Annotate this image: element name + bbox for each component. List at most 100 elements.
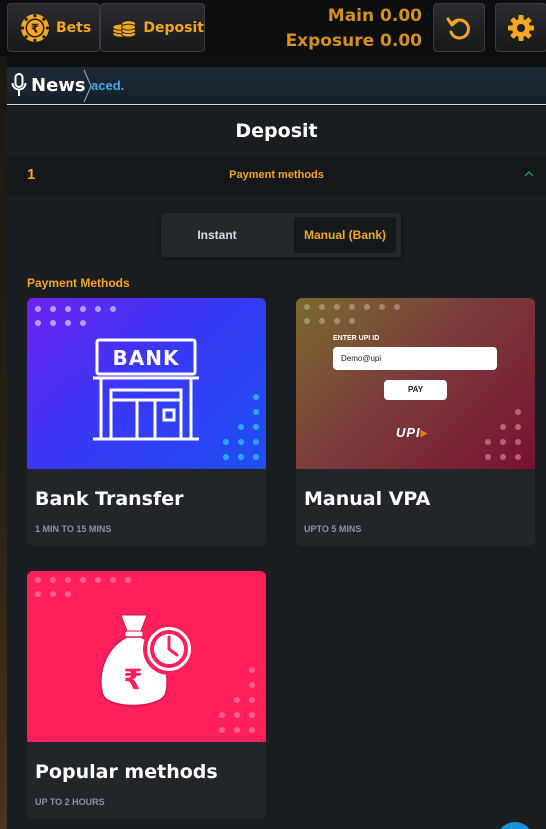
news-label: News bbox=[7, 67, 86, 103]
settings-button[interactable] bbox=[495, 3, 546, 52]
exposure-value: 0.00 bbox=[380, 31, 422, 51]
method-title: Bank Transfer bbox=[35, 488, 184, 510]
decorative-dot bbox=[110, 577, 116, 583]
decorative-dot bbox=[334, 304, 340, 310]
decorative-dot bbox=[515, 454, 521, 460]
decorative-dot bbox=[80, 320, 86, 326]
decorative-dot bbox=[50, 591, 56, 597]
top-bar: ₹ Bets Deposit Main 0.00 Exposure 0.00 bbox=[0, 0, 546, 56]
payment-methods-accordion[interactable]: 1 Payment methods bbox=[7, 156, 546, 196]
decorative-dot bbox=[379, 304, 385, 310]
decorative-dot bbox=[394, 304, 400, 310]
decorative-dot bbox=[349, 318, 355, 324]
decorative-dot bbox=[485, 439, 491, 445]
decorative-dot bbox=[319, 304, 325, 310]
decorative-dot bbox=[125, 577, 131, 583]
decorative-dot bbox=[234, 712, 240, 718]
decorative-dot bbox=[50, 577, 56, 583]
decorative-dot bbox=[110, 306, 116, 312]
upi-logo-text: UPI bbox=[396, 425, 421, 440]
refresh-button[interactable] bbox=[433, 3, 485, 52]
upi-pay-mock-button: PAY bbox=[384, 380, 447, 400]
method-card-manual-vpa[interactable]: ENTER UPI ID Demo@upi PAY UPI▸ Manual VP… bbox=[296, 298, 535, 546]
background-edge bbox=[0, 0, 7, 829]
decorative-dot bbox=[249, 712, 255, 718]
news-ticker: aced. bbox=[91, 78, 125, 93]
tab-instant[interactable]: Instant bbox=[165, 217, 269, 253]
upi-field-label: ENTER UPI ID bbox=[333, 335, 380, 342]
accordion-title: Payment methods bbox=[229, 169, 324, 181]
decorative-dot bbox=[35, 591, 41, 597]
bank-illustration: BANK bbox=[27, 298, 266, 469]
upi-illustration: ENTER UPI ID Demo@upi PAY UPI▸ bbox=[296, 298, 535, 469]
method-subtitle: 1 MIN TO 15 MINS bbox=[35, 524, 112, 534]
deposit-type-toggle: Instant Manual (Bank) bbox=[161, 213, 401, 257]
svg-text:₹: ₹ bbox=[123, 663, 142, 696]
money-bag-clock-icon: ₹ bbox=[100, 614, 195, 707]
decorative-dot bbox=[253, 409, 259, 415]
news-label-text: News bbox=[31, 74, 86, 96]
decorative-dot bbox=[249, 682, 255, 688]
tab-manual-bank[interactable]: Manual (Bank) bbox=[294, 217, 396, 253]
method-card-popular-methods[interactable]: ₹ Popular methods UP TO 2 HOURS bbox=[27, 571, 266, 819]
deposit-button[interactable]: Deposit bbox=[100, 3, 205, 52]
rupee-coin-icon: ₹ bbox=[21, 13, 49, 42]
decorative-dot bbox=[234, 727, 240, 733]
decorative-dot bbox=[219, 727, 225, 733]
balances: Main 0.00 Exposure 0.00 bbox=[286, 4, 422, 54]
decorative-dot bbox=[334, 318, 340, 324]
decorative-dot bbox=[253, 454, 259, 460]
decorative-dot bbox=[238, 439, 244, 445]
decorative-dot bbox=[50, 306, 56, 312]
deposit-label: Deposit bbox=[143, 19, 204, 36]
main-balance-label: Main bbox=[327, 6, 375, 26]
method-subtitle: UP TO 2 HOURS bbox=[35, 797, 105, 807]
decorative-dot bbox=[234, 697, 240, 703]
decorative-dot bbox=[319, 318, 325, 324]
decorative-dot bbox=[238, 424, 244, 430]
refresh-icon bbox=[446, 17, 470, 39]
decorative-dot bbox=[80, 577, 86, 583]
decorative-dot bbox=[249, 667, 255, 673]
upi-id-mock-input: Demo@upi bbox=[333, 347, 497, 370]
page-title: Deposit bbox=[235, 120, 318, 142]
decorative-dot bbox=[35, 577, 41, 583]
decorative-dot bbox=[65, 306, 71, 312]
decorative-dot bbox=[253, 424, 259, 430]
section-label: Payment Methods bbox=[27, 276, 130, 290]
decorative-dot bbox=[515, 424, 521, 430]
decorative-dot bbox=[253, 394, 259, 400]
decorative-dot bbox=[249, 727, 255, 733]
decorative-dot bbox=[253, 439, 259, 445]
exposure-balance: Exposure 0.00 bbox=[286, 29, 422, 54]
decorative-dot bbox=[219, 712, 225, 718]
bets-label: Bets bbox=[56, 19, 92, 36]
decorative-dot bbox=[515, 409, 521, 415]
exposure-label: Exposure bbox=[285, 31, 375, 51]
decorative-dot bbox=[500, 454, 506, 460]
decorative-dot bbox=[95, 577, 101, 583]
decorative-dot bbox=[50, 320, 56, 326]
decorative-dot bbox=[80, 306, 86, 312]
method-title: Popular methods bbox=[35, 761, 218, 783]
decorative-dot bbox=[223, 454, 229, 460]
method-card-bank-transfer[interactable]: BANK Bank Transfer 1 MIN TO 15 MINS bbox=[27, 298, 266, 546]
bank-sign-text: BANK bbox=[112, 346, 180, 370]
decorative-dot bbox=[223, 439, 229, 445]
decorative-dot bbox=[238, 454, 244, 460]
decorative-dot bbox=[95, 306, 101, 312]
bets-button[interactable]: ₹ Bets bbox=[7, 3, 100, 52]
deposit-panel: Deposit 1 Payment methods Instant Manual… bbox=[7, 106, 546, 829]
news-bar: News aced. bbox=[7, 67, 546, 105]
main-balance: Main 0.00 bbox=[286, 4, 422, 29]
decorative-dot bbox=[249, 697, 255, 703]
microphone-icon bbox=[11, 73, 27, 96]
gear-icon bbox=[508, 14, 534, 41]
main-balance-value: 0.00 bbox=[380, 6, 422, 26]
decorative-dot bbox=[364, 304, 370, 310]
popular-methods-illustration: ₹ bbox=[27, 571, 266, 742]
decorative-dot bbox=[35, 320, 41, 326]
decorative-dot bbox=[65, 577, 71, 583]
decorative-dot bbox=[500, 439, 506, 445]
chevron-up-icon[interactable] bbox=[524, 170, 534, 178]
